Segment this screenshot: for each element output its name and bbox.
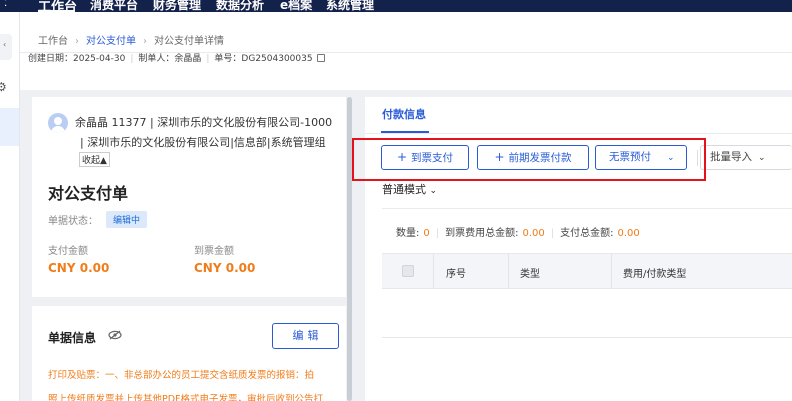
batch-import-label: 批量导入 bbox=[710, 151, 752, 163]
print-note: 打印及贴票：一、非总部办公的员工提交含纸质发票的报销：拍 bbox=[48, 370, 315, 381]
column-divider bbox=[508, 254, 509, 288]
page-title: 对公支付单 bbox=[48, 184, 129, 203]
mode-select[interactable]: 普通模式 ⌄ bbox=[382, 181, 437, 197]
chevron-down-icon: ⌄ bbox=[758, 153, 766, 163]
pay-total-label: 支付总金额: bbox=[560, 228, 614, 239]
edit-button[interactable]: 编辑 bbox=[272, 323, 339, 349]
user-info-line2: | 深圳市乐的文化股份有限公司|信息部|系统管理组 bbox=[80, 136, 326, 149]
user-info-line1: 余晶晶 11377 | 深圳市乐的文化股份有限公司-1000 bbox=[75, 116, 333, 129]
eye-off-icon[interactable] bbox=[108, 330, 122, 340]
settings-icon[interactable]: ⚙ bbox=[0, 80, 7, 94]
rail-active-item[interactable] bbox=[0, 108, 19, 146]
breadcrumb-payment-list[interactable]: 对公支付单 bbox=[86, 36, 136, 47]
column-header-type: 类型 bbox=[520, 269, 540, 280]
pay-amount-label: 支付金额 bbox=[48, 246, 88, 257]
chevron-left-icon: ‹ bbox=[3, 40, 7, 49]
document-info-card bbox=[32, 306, 346, 401]
column-header-fee-type: 费用/付款类型 bbox=[623, 269, 687, 280]
pay-amount-value: CNY 0.00 bbox=[48, 261, 110, 275]
fee-total-value: 0.00 bbox=[522, 228, 545, 239]
print-note-line2: 照上传纸质发票并上传其他PDF格式电子发票，审批后收到公告打 bbox=[48, 394, 324, 401]
count-label: 数量: bbox=[396, 228, 420, 239]
invoice-amount-label: 到票金额 bbox=[194, 246, 234, 257]
column-divider bbox=[611, 254, 612, 288]
column-divider bbox=[433, 254, 434, 288]
left-rail: ‹ ⚙ bbox=[0, 12, 20, 401]
table-header bbox=[382, 253, 792, 289]
highlight-box bbox=[352, 138, 706, 181]
menu-icon[interactable]: ⁚ bbox=[4, 0, 7, 9]
status-label: 单据状态： bbox=[48, 216, 98, 227]
breadcrumb-workbench[interactable]: 工作台 bbox=[38, 36, 68, 47]
creator: 制单人：余晶晶 bbox=[138, 54, 202, 64]
summary-divider bbox=[382, 208, 792, 209]
breadcrumb-separator: › bbox=[75, 36, 79, 47]
invoice-amount-value: CNY 0.00 bbox=[194, 261, 256, 275]
breadcrumb: 工作台 › 对公支付单 › 对公支付单详情 bbox=[38, 32, 224, 47]
count-value: 0 bbox=[423, 228, 430, 239]
fee-total-label: 到票费用总金额: bbox=[445, 228, 519, 239]
section-title: 单据信息 bbox=[48, 331, 97, 345]
tab-payment-info[interactable]: 付款信息 bbox=[382, 106, 426, 122]
collapse-button[interactable]: 收起▲ bbox=[79, 152, 110, 167]
chevron-down-icon: ⌄ bbox=[429, 186, 438, 196]
breadcrumb-separator: › bbox=[143, 36, 147, 47]
pay-total-value: 0.00 bbox=[617, 228, 640, 239]
collapse-rail-button[interactable]: ‹ bbox=[0, 34, 12, 60]
summary-bar: 数量: 0 | 到票费用总金额: 0.00 | 支付总金额: 0.00 bbox=[396, 228, 640, 239]
created-date: 创建日期：2025-04-30 bbox=[28, 54, 126, 64]
column-header-index: 序号 bbox=[446, 269, 466, 280]
doc-number: 单号：DG2504300035 bbox=[214, 54, 313, 64]
document-meta: 创建日期：2025-04-30 | 制单人：余晶晶 | 单号：DG2504300035 bbox=[28, 51, 325, 64]
avatar bbox=[48, 113, 68, 133]
copy-icon[interactable] bbox=[316, 54, 325, 62]
table-empty-body bbox=[382, 289, 792, 338]
tab-divider bbox=[365, 133, 792, 134]
select-all-checkbox[interactable] bbox=[402, 265, 414, 277]
top-nav: ⁚ 工作台 消费平台 财务管理 数据分析 e档案 系统管理 bbox=[0, 0, 792, 15]
status-badge: 编辑中 bbox=[106, 211, 148, 228]
mode-label: 普通模式 bbox=[382, 183, 426, 196]
batch-import-dropdown[interactable]: 批量导入 ⌄ bbox=[700, 145, 792, 170]
breadcrumb-current: 对公支付单详情 bbox=[154, 36, 224, 47]
